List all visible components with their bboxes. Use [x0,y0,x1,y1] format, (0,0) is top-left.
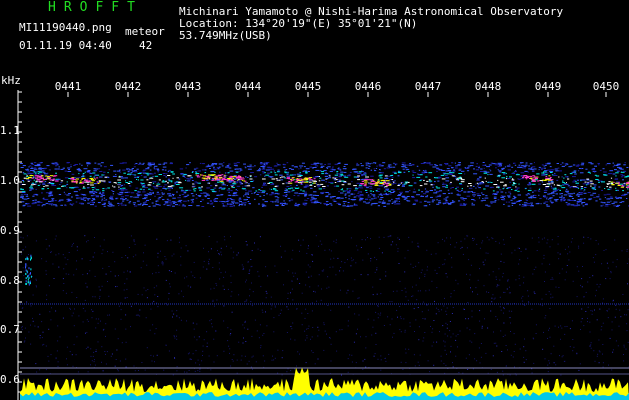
echo-streak [25,258,27,261]
time-tick: 0442 [114,80,142,93]
echo-streak [26,270,28,273]
echo-streak [30,268,32,271]
time-tick: 0450 [592,80,620,93]
echo-streak [30,272,31,275]
echo-streak [29,280,31,283]
time-tick: 0445 [294,80,322,93]
datetime-label: 01.11.19 04:40 [19,39,112,52]
time-tick: 0443 [174,80,202,93]
meteor-label: meteor [125,25,165,38]
echo-streak [30,258,31,261]
echo-streak [27,275,29,278]
echo-streak [25,277,27,280]
axis-unit-label: kHz [1,74,21,87]
echo-streak [25,283,27,285]
echo-streak [30,254,32,257]
echo-streak [30,256,32,259]
echo-streak [25,263,27,266]
echo-streak [28,274,30,277]
freq-tick: 1.1 [0,124,20,137]
app-title: HROFFT [48,0,143,15]
echo-streak [27,281,29,284]
freq-tick: 0.6 [0,373,20,386]
echo-streak [25,266,26,269]
echo-streak [30,275,32,278]
time-tick: 0448 [474,80,502,93]
time-tick: 0441 [54,80,82,93]
echo-streak [28,267,30,270]
time-tick: 0444 [234,80,262,93]
frequency-label: 53.749MHz(USB) [179,29,272,42]
noise-layer [20,235,629,376]
freq-tick: 0.8 [0,274,20,287]
time-tick: 0449 [534,80,562,93]
echo-streak [27,278,29,281]
echo-streak [28,283,30,286]
echo-streak [26,257,28,260]
echo-streak [25,269,27,272]
freq-tick: 0.9 [0,224,20,237]
echo-streak [25,280,27,283]
hrofft-window: HROFFT MI11190440.png meteor 01.11.19 04… [0,0,629,400]
time-tick: 0447 [414,80,442,93]
freq-tick: 0.7 [0,323,20,336]
spectrogram [17,90,629,400]
echo-band [20,162,629,207]
freq-tick: 1.0 [0,174,20,187]
echo-streak [25,272,27,275]
meteor-count: 42 [139,39,153,52]
time-tick: 0446 [354,80,382,93]
filename-label: MI11190440.png [19,21,112,34]
